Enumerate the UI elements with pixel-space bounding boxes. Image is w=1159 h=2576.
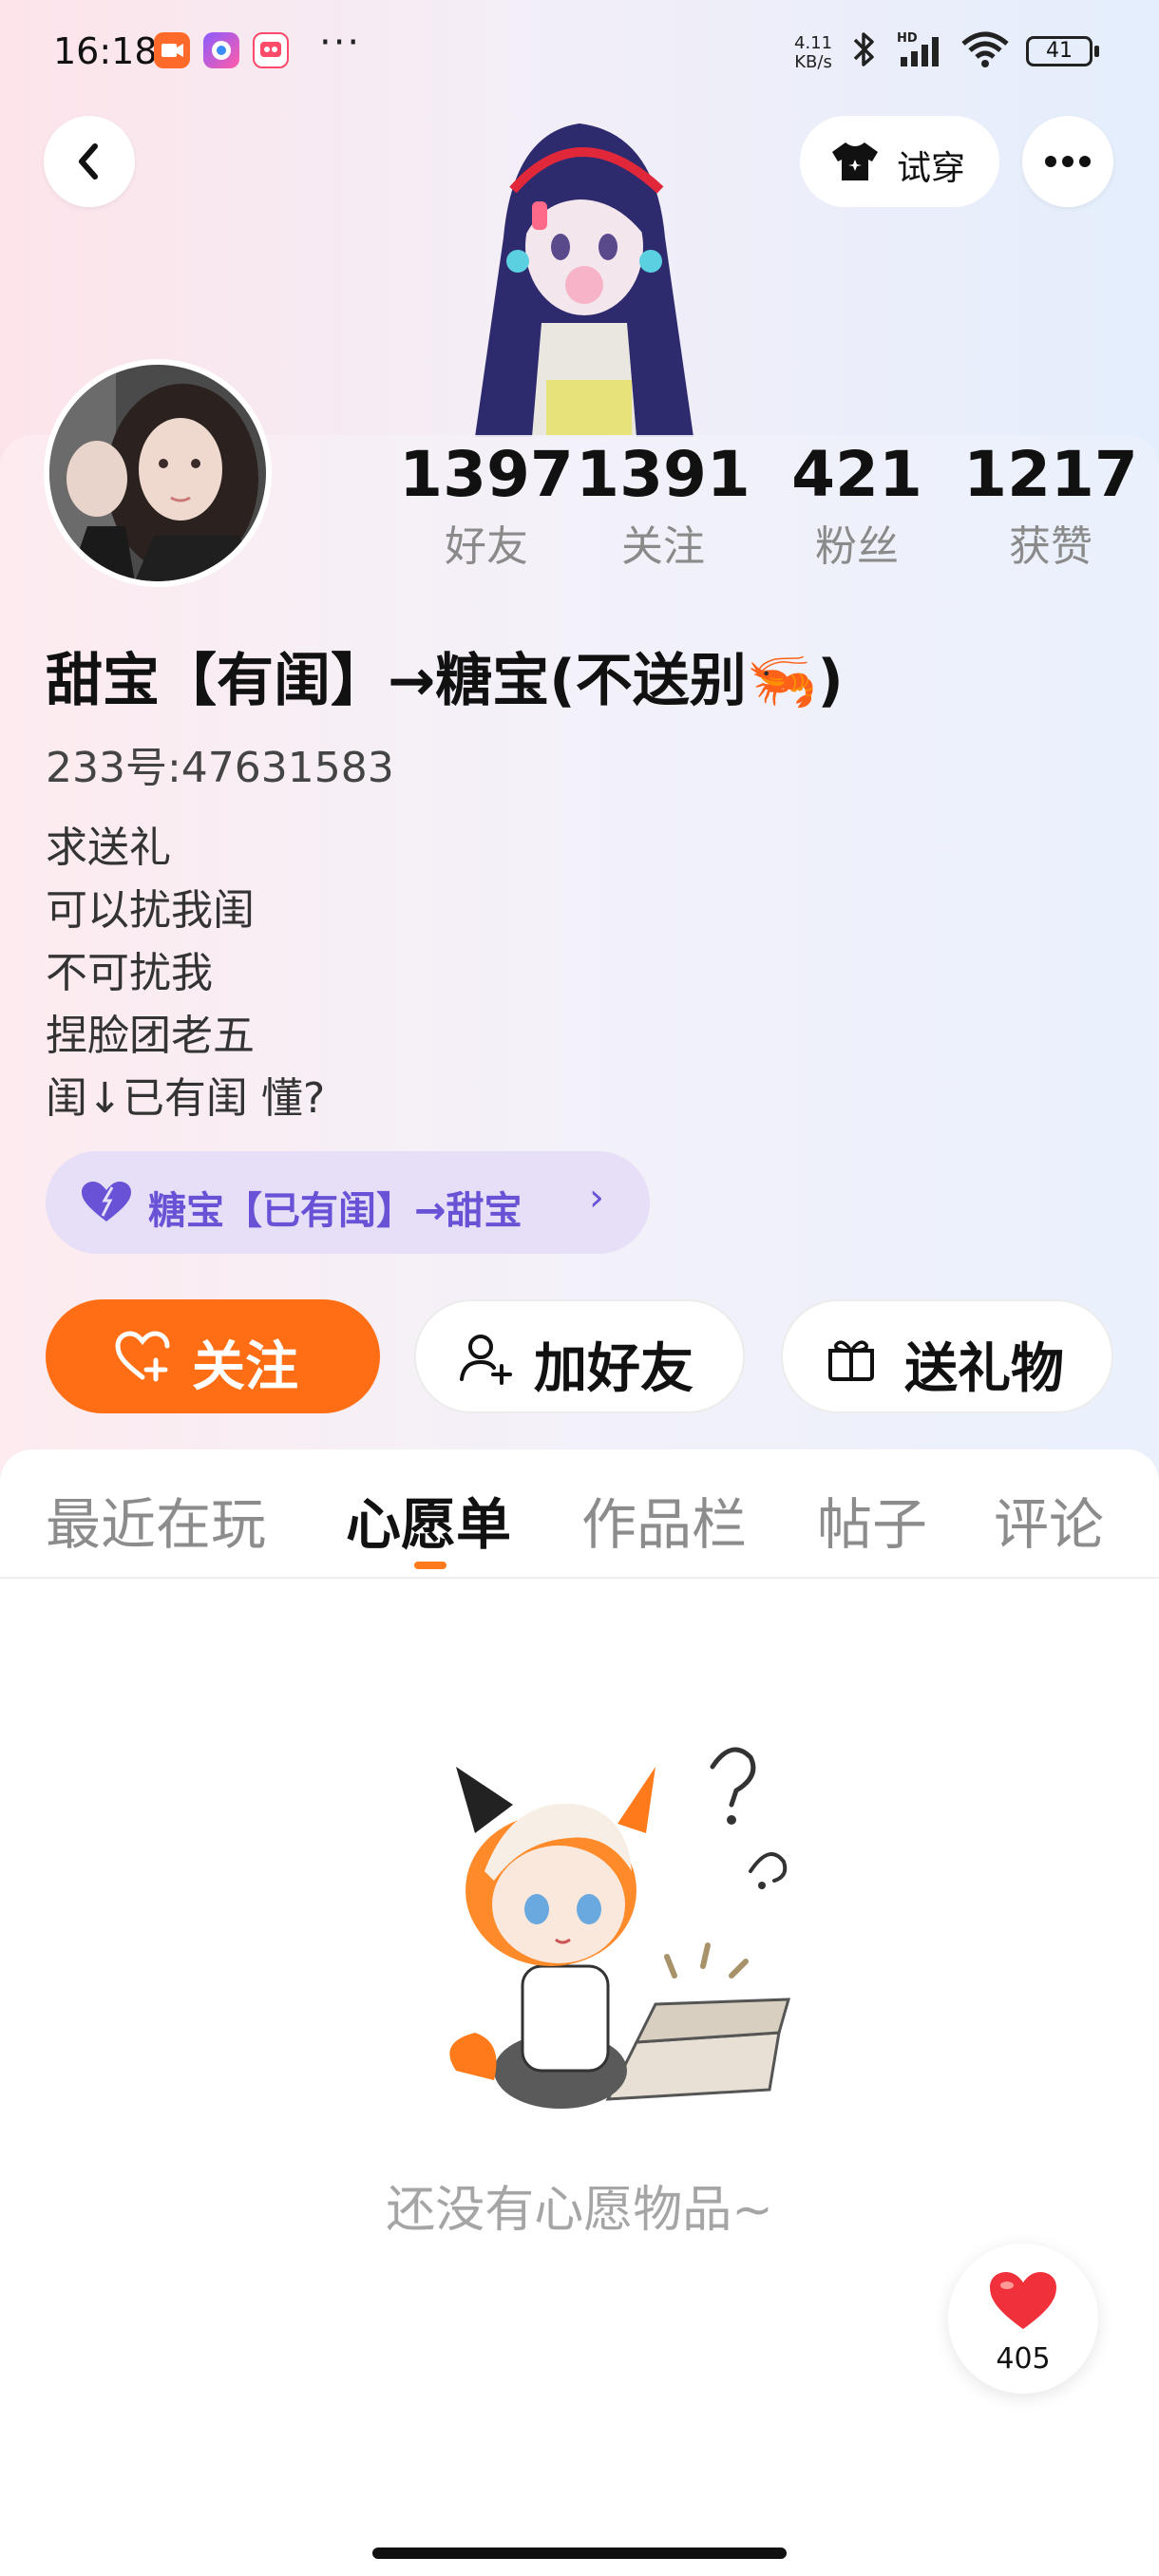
chevron-left-icon (79, 143, 98, 180)
like-button[interactable]: 405 (948, 2244, 1098, 2394)
bio-line: 不可扰我 (46, 949, 213, 997)
cellular-signal-icon: HD (897, 31, 939, 66)
network-speed: 4.11 KB/s (794, 33, 833, 72)
battery-cap (1094, 46, 1099, 57)
more-button[interactable] (1022, 116, 1113, 207)
back-button[interactable] (44, 116, 135, 207)
avatar[interactable] (44, 359, 272, 587)
status-bar: 16:18 ··· 4.11 KB/s HD 41 (0, 0, 1159, 104)
bio-line: 可以扰我闺 (46, 886, 255, 935)
cp-relation-label: 糖宝【已有闺】→甜宝 (148, 1189, 522, 1233)
stat-friends[interactable]: 1397 好友 (391, 435, 581, 576)
wifi-icon (961, 31, 1009, 67)
heart-icon (990, 2272, 1056, 2329)
status-time: 16:18 (53, 30, 158, 72)
tab-active-indicator (414, 1562, 446, 1569)
user-id: 233号:47631583 (46, 744, 394, 792)
gift-icon (828, 1340, 874, 1381)
nickname: 甜宝【有闺】→糖宝(不送别🦐) (46, 648, 844, 714)
avatar-photo (49, 365, 266, 581)
stat-likes[interactable]: 1217 获赞 (956, 435, 1146, 576)
svg-text:HD: HD (897, 31, 918, 46)
tab-wishlist[interactable]: 心愿单 (346, 1480, 511, 1560)
bio-line: 闺↓已有闺 懂? (46, 1074, 326, 1123)
home-indicator[interactable] (372, 2548, 787, 2559)
avatar-3d-character (475, 123, 694, 437)
follow-label: 关注 (192, 1336, 298, 1398)
try-on-label: 试穿 (897, 149, 966, 188)
camera-app-icon (203, 32, 239, 68)
bluetooth-icon (853, 32, 874, 66)
send-gift-button[interactable]: 送礼物 (781, 1299, 1113, 1413)
tab-comments[interactable]: 评论 (994, 1480, 1104, 1560)
send-gift-label: 送礼物 (904, 1338, 1064, 1400)
tab-posts[interactable]: 帖子 (817, 1480, 927, 1560)
like-count: 405 (996, 2342, 1051, 2376)
video-app-icon (154, 32, 190, 68)
try-on-button[interactable]: 试穿 (800, 116, 999, 207)
status-more-dots: ··· (319, 21, 362, 65)
empty-state-illustration (449, 1747, 791, 2109)
add-friend-label: 加好友 (534, 1338, 694, 1400)
bio: 求送礼 可以扰我闺 不可扰我 捏脸团老五 闺↓已有闺 懂? (46, 817, 325, 1130)
empty-state-text: 还没有心愿物品~ (386, 2182, 773, 2239)
stat-fans[interactable]: 421 粉丝 (762, 435, 952, 576)
profile-tabs: 最近在玩 心愿单 作品栏 帖子 评论 (0, 1449, 1159, 1579)
add-friend-button[interactable]: 加好友 (414, 1299, 745, 1413)
battery-icon: 41 (1026, 36, 1092, 66)
tab-works[interactable]: 作品栏 (581, 1480, 747, 1560)
heart-plus-icon (115, 1331, 170, 1382)
tshirt-icon (832, 142, 878, 180)
chevron-right-icon: › (589, 1176, 604, 1220)
bio-line: 求送礼 (46, 824, 171, 872)
follow-button[interactable]: 关注 (46, 1299, 380, 1413)
game-app-icon (253, 32, 289, 68)
more-dots-icon (1045, 156, 1091, 167)
stat-following[interactable]: 1391 关注 (568, 435, 758, 576)
cp-relation-badge[interactable]: 糖宝【已有闺】→甜宝 › (46, 1151, 650, 1254)
tab-recent-play[interactable]: 最近在玩 (46, 1480, 266, 1560)
heart-icon (82, 1182, 131, 1222)
bio-line: 捏脸团老五 (46, 1012, 255, 1060)
add-user-icon (460, 1335, 512, 1385)
